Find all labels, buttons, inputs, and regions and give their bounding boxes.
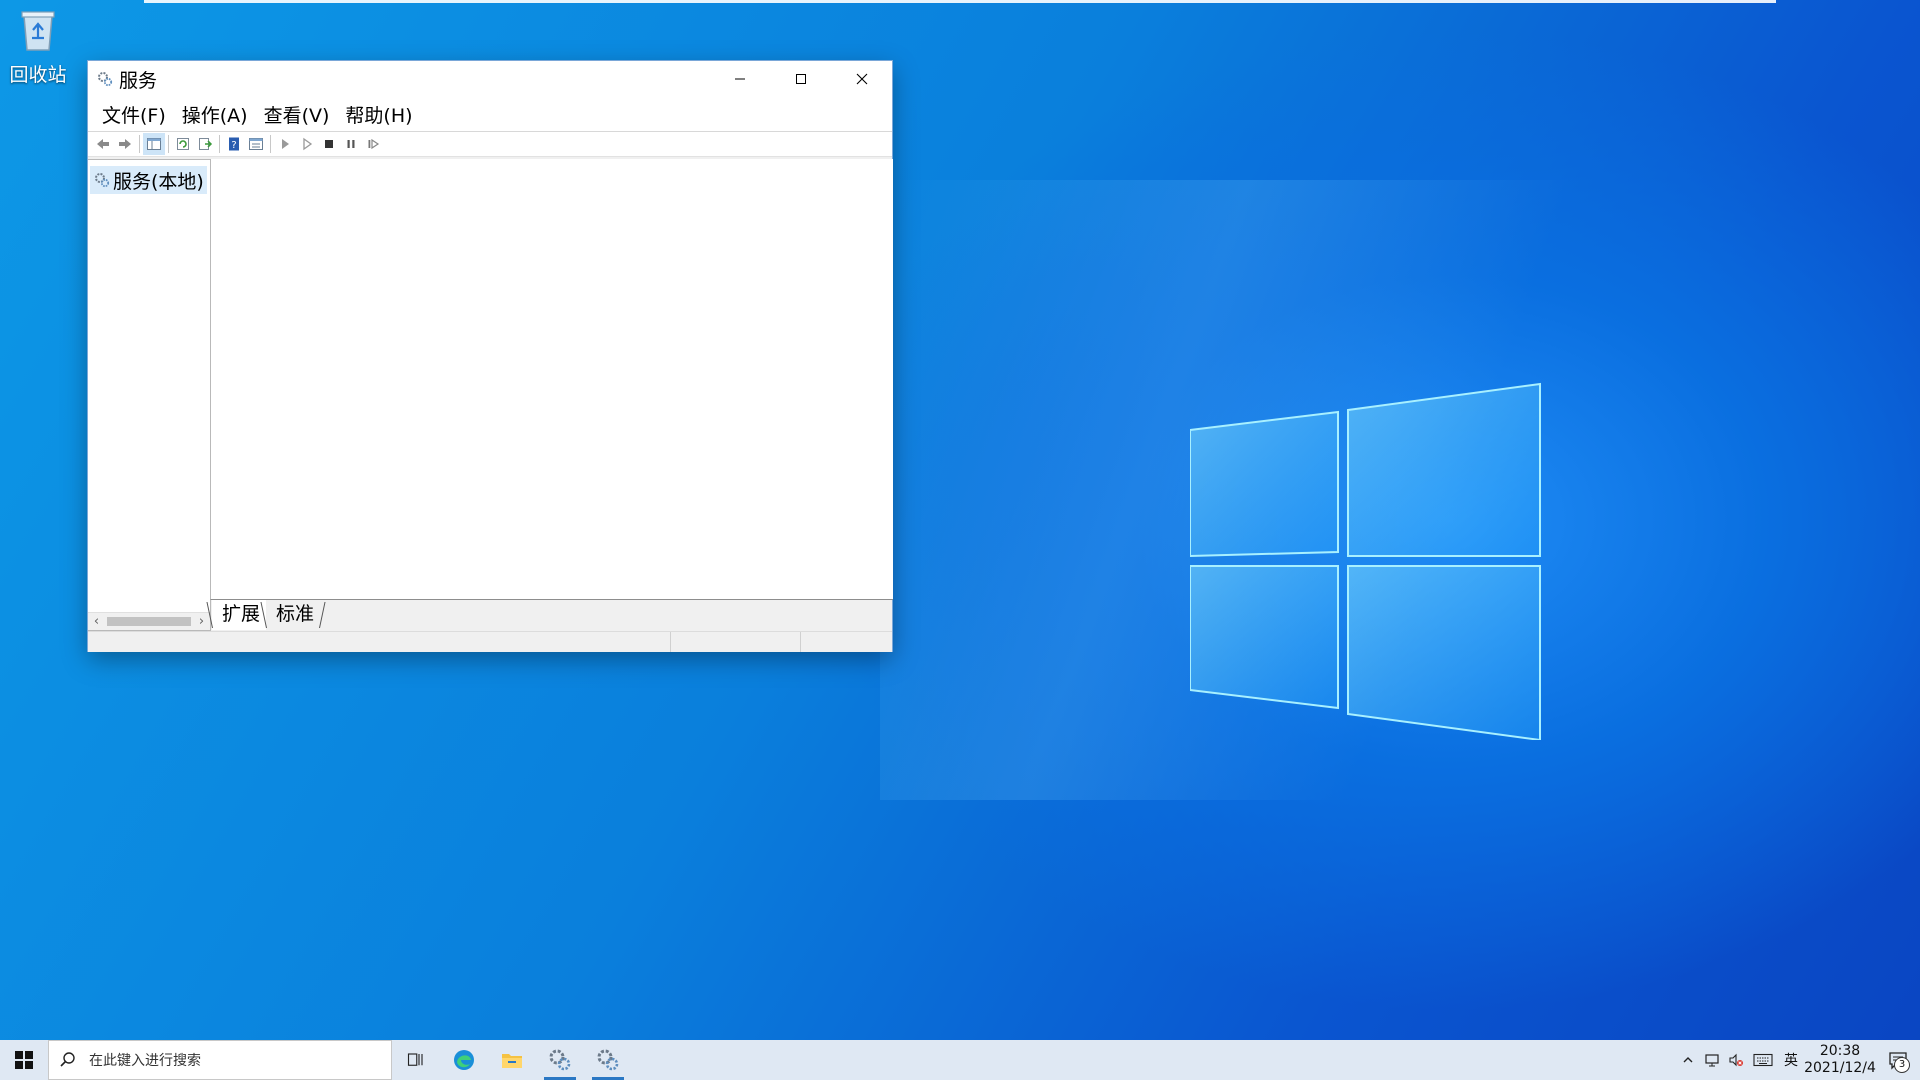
- toolbar-separator: [270, 135, 271, 153]
- title-bar[interactable]: 服务: [88, 61, 892, 97]
- show-hide-tree-icon: [147, 138, 161, 150]
- network-button[interactable]: [1700, 1040, 1724, 1080]
- refresh-icon: [177, 138, 189, 150]
- svg-text:?: ?: [231, 140, 236, 151]
- menu-action[interactable]: 操作(A): [174, 101, 256, 128]
- close-icon: [856, 73, 867, 85]
- status-cell: [800, 632, 893, 652]
- toolbar-separator: [139, 135, 140, 153]
- file-explorer-button[interactable]: [488, 1040, 536, 1080]
- details-pane[interactable]: [210, 159, 893, 600]
- services-taskbar-button-2[interactable]: [584, 1040, 632, 1080]
- desktop-icon-label: 回收站: [9, 64, 67, 86]
- tab-standard[interactable]: 标准: [266, 600, 320, 630]
- help-button[interactable]: ?: [223, 133, 245, 155]
- back-icon: [97, 139, 109, 149]
- stop-service-button[interactable]: [318, 133, 340, 155]
- scrollbar-thumb[interactable]: [107, 617, 191, 626]
- status-cell: [670, 632, 801, 652]
- pause-service-button[interactable]: [340, 133, 362, 155]
- properties-button[interactable]: [245, 133, 267, 155]
- tab-extended[interactable]: 扩展: [212, 600, 267, 630]
- toolbar: ?: [88, 131, 892, 157]
- show-hidden-icons-button[interactable]: [1676, 1040, 1700, 1080]
- scroll-left-arrow-icon[interactable]: ‹: [88, 613, 105, 630]
- edge-icon: [454, 1050, 474, 1070]
- top-edge-line: [144, 0, 1776, 3]
- window-content: 服务(本地) ‹ › 扩展 标准: [88, 157, 893, 652]
- clock-date: 2021/12/4: [1804, 1060, 1876, 1076]
- pause-service-icon: [347, 140, 355, 148]
- chevron-up-icon: [1683, 1057, 1693, 1063]
- back-button[interactable]: [92, 133, 114, 155]
- tree-item-label: 服务(本地): [113, 170, 204, 193]
- scroll-right-arrow-icon[interactable]: ›: [193, 613, 210, 630]
- system-tray: 英 20:38 2021/12/4 3: [1676, 1040, 1920, 1080]
- services-window[interactable]: 服务 文件(F) 操作(A) 查看(V) 帮助(H) ? 服务(本地) ‹ › …: [88, 61, 893, 652]
- menu-file[interactable]: 文件(F): [94, 101, 174, 128]
- wallpaper-windows-logo: [1190, 382, 1541, 740]
- resume-service-icon: [368, 138, 380, 150]
- volume-muted-icon: [1729, 1053, 1743, 1067]
- maximize-button[interactable]: [770, 61, 831, 97]
- services-taskbar-button[interactable]: [536, 1040, 584, 1080]
- minimize-icon: [734, 78, 745, 80]
- windows-start-icon: [15, 1051, 33, 1069]
- volume-button[interactable]: [1724, 1040, 1748, 1080]
- network-icon: [1705, 1054, 1719, 1067]
- toolbar-separator: [168, 135, 169, 153]
- file-explorer-icon: [502, 1054, 522, 1068]
- taskbar: 在此键入进行搜索 英 20:38 2021/12/4 3: [0, 1040, 1920, 1080]
- services-gear-icon: [95, 173, 110, 188]
- status-bar: [88, 631, 892, 652]
- export-list-button[interactable]: [194, 133, 216, 155]
- close-button[interactable]: [831, 61, 892, 97]
- start-service-button[interactable]: [274, 133, 296, 155]
- notification-count-badge: 3: [1894, 1057, 1910, 1073]
- menu-help[interactable]: 帮助(H): [337, 101, 420, 128]
- show-hide-tree-button[interactable]: [143, 133, 165, 155]
- menu-view[interactable]: 查看(V): [256, 101, 338, 128]
- start-service-icon: [282, 139, 289, 149]
- export-list-icon: [199, 138, 213, 150]
- edge-taskbar-button[interactable]: [440, 1040, 488, 1080]
- view-tabs: 扩展 标准: [212, 600, 320, 630]
- maximize-icon: [795, 74, 806, 84]
- action-center-button[interactable]: 3: [1876, 1040, 1920, 1080]
- tree-horizontal-scrollbar[interactable]: ‹ ›: [88, 612, 210, 630]
- forward-icon: [119, 139, 131, 149]
- resume-service-button[interactable]: [362, 133, 384, 155]
- clock[interactable]: 20:38 2021/12/4: [1804, 1040, 1876, 1080]
- toolbar-separator: [219, 135, 220, 153]
- start-service-alt-icon: [303, 137, 313, 151]
- services-gear-icon: [98, 72, 113, 87]
- start-service-alt-button[interactable]: [296, 133, 318, 155]
- input-method-indicator[interactable]: 英: [1778, 1040, 1804, 1080]
- menu-bar: 文件(F) 操作(A) 查看(V) 帮助(H): [88, 97, 892, 131]
- task-view-button[interactable]: [392, 1040, 440, 1080]
- help-icon: ?: [229, 137, 239, 151]
- forward-button[interactable]: [114, 133, 136, 155]
- search-placeholder: 在此键入进行搜索: [89, 1053, 201, 1069]
- touch-keyboard-button[interactable]: [1748, 1040, 1778, 1080]
- window-title: 服务: [119, 69, 158, 92]
- desktop-icon-recycle-bin[interactable]: 回收站: [6, 8, 70, 87]
- recycle-bin-icon: [21, 11, 55, 51]
- refresh-button[interactable]: [172, 133, 194, 155]
- stop-service-icon: [325, 140, 333, 148]
- services-app-icon: [597, 1049, 619, 1071]
- taskbar-search-box[interactable]: 在此键入进行搜索: [48, 1040, 392, 1080]
- console-tree-pane[interactable]: 服务(本地) ‹ ›: [88, 159, 211, 631]
- keyboard-icon: [1753, 1053, 1773, 1067]
- start-button[interactable]: [0, 1040, 48, 1080]
- minimize-button[interactable]: [709, 61, 770, 97]
- clock-time: 20:38: [1819, 1043, 1861, 1059]
- search-icon: [60, 1052, 75, 1067]
- properties-icon: [249, 138, 263, 150]
- task-view-icon: [407, 1053, 423, 1066]
- services-app-icon: [549, 1049, 571, 1071]
- tree-item-services-local[interactable]: 服务(本地): [90, 166, 207, 194]
